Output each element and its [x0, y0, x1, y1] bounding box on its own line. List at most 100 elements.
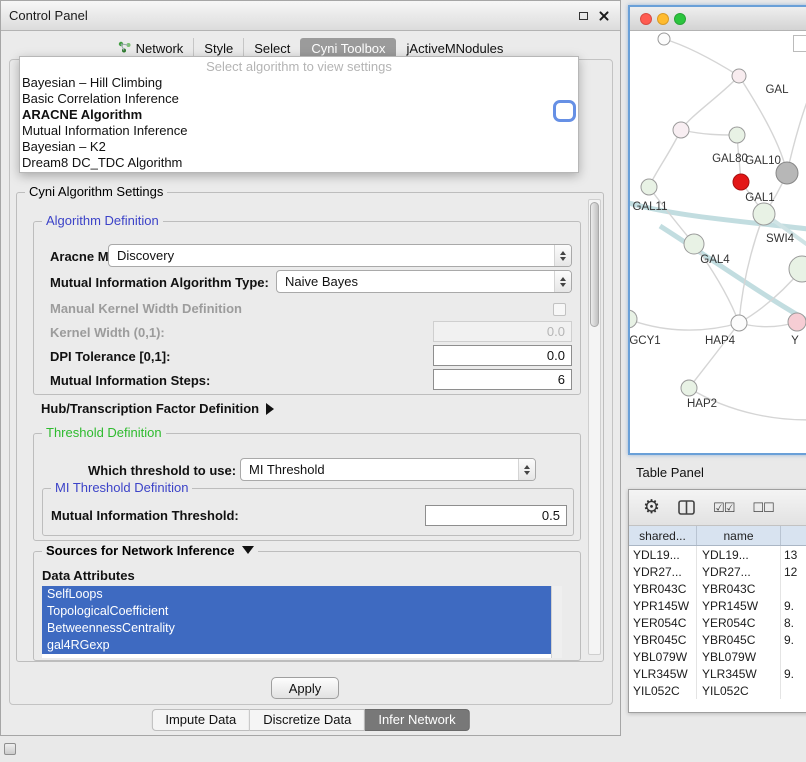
node-label: GAL10 [745, 155, 781, 167]
algorithm-option[interactable]: ARACNE Algorithm [20, 107, 578, 123]
network-node[interactable] [753, 203, 775, 225]
network-node[interactable] [733, 174, 749, 190]
table-row[interactable]: YIL052CYIL052C [629, 682, 806, 699]
mi-threshold-group: MI Threshold Definition Mutual Informati… [42, 488, 574, 536]
attribute-list-item[interactable]: TopologicalCoefficient [42, 603, 551, 620]
expander-right-icon [266, 403, 274, 415]
manual-kernel-checkbox[interactable] [553, 303, 566, 316]
mi-type-label: Mutual Information Algorithm Type: [50, 275, 269, 290]
data-attributes-list[interactable]: SelfLoopsTopologicalCoefficientBetweenne… [42, 586, 562, 658]
control-panel-window: Control Panel NetworkStyleSelectCyni Too… [0, 0, 621, 736]
dpi-tolerance-field[interactable]: 0.0 [433, 345, 572, 366]
gear-icon[interactable]: ⚙ [643, 498, 660, 517]
node-label: GCY1 [630, 335, 661, 347]
network-node[interactable] [731, 315, 747, 331]
table-row[interactable]: YLR345WYLR345W9. [629, 665, 806, 682]
group-title: MI Threshold Definition [51, 480, 192, 495]
unchecked-boxes-icon[interactable]: ☐☐ [752, 500, 773, 516]
group-title: Cyni Algorithm Settings [25, 184, 167, 199]
tab-label: Network [136, 41, 184, 56]
network-node[interactable] [789, 256, 806, 282]
network-view-window: GALGAL80GAL10GAL11GAL1SWI4GAL4GCY1HAP4HA… [628, 5, 806, 455]
algorithm-definition-group: Algorithm Definition Aracne Mode: Discov… [33, 221, 581, 395]
attribute-list-scrollbar[interactable] [551, 586, 562, 658]
algorithm-option[interactable]: Bayesian – K2 [20, 139, 578, 155]
attribute-list-item[interactable]: gal4RGexp [42, 637, 551, 654]
algorithm-dropdown-popup: Select algorithm to view settings Bayesi… [19, 56, 579, 173]
apply-button[interactable]: Apply [271, 677, 339, 699]
network-node[interactable] [658, 33, 670, 45]
node-label: SWI4 [766, 233, 795, 245]
bottom-tab-infer-network[interactable]: Infer Network [365, 709, 469, 731]
kernel-width-label: Kernel Width (0,1): [50, 325, 165, 340]
table-row[interactable]: YBR043CYBR043C [629, 580, 806, 597]
checked-boxes-icon[interactable]: ☑☑ [713, 500, 734, 516]
collapsed-panel-icon[interactable] [4, 743, 16, 755]
column-header-name[interactable]: name [697, 526, 781, 545]
sources-expander[interactable]: Sources for Network Inference [42, 543, 258, 558]
bottom-tab-discretize-data[interactable]: Discretize Data [250, 709, 365, 731]
minimize-traffic-icon[interactable] [657, 13, 669, 25]
table-row[interactable]: YPR145WYPR145W9. [629, 597, 806, 614]
node-label: GAL80 [712, 153, 748, 165]
table-cell: YER054C [697, 614, 781, 631]
network-node[interactable] [630, 310, 637, 328]
algorithm-option[interactable]: Dream8 DC_TDC Algorithm [20, 155, 578, 171]
table-row[interactable]: YDR27...YDR27...12 [629, 563, 806, 580]
algorithm-option[interactable]: Mutual Information Inference [20, 123, 578, 139]
network-edges [630, 39, 806, 420]
algorithm-option[interactable]: Basic Correlation Inference [20, 91, 578, 107]
network-graph: GALGAL80GAL10GAL11GAL1SWI4GAL4GCY1HAP4HA… [630, 31, 806, 453]
algorithm-option[interactable]: Bayesian – Hill Climbing [20, 75, 578, 91]
which-threshold-value: MI Threshold [249, 462, 325, 477]
table-cell: YBL079W [697, 648, 781, 665]
column-header-shared[interactable]: shared... [629, 526, 697, 545]
table-panel-window: ⚙ ☑☑ ☐☐ shared... name YDL19...YDL19...1… [628, 489, 806, 713]
network-node[interactable] [788, 313, 806, 331]
network-node[interactable] [732, 69, 746, 83]
network-node[interactable] [729, 127, 745, 143]
table-row[interactable]: YBL079WYBL079W [629, 648, 806, 665]
hub-definition-expander[interactable]: Hub/Transcription Factor Definition [41, 401, 274, 416]
attribute-list-item[interactable]: SelfLoops [42, 586, 551, 603]
column-header-partial[interactable] [781, 526, 806, 545]
column-selector-icon[interactable] [678, 500, 695, 515]
network-node[interactable] [641, 179, 657, 195]
manual-kernel-label: Manual Kernel Width Definition [50, 301, 242, 316]
mi-type-select[interactable]: Naive Bayes [276, 270, 572, 293]
settings-scrollbar[interactable] [588, 199, 601, 655]
table-cell [781, 682, 806, 699]
aracne-mode-select[interactable]: Discovery [108, 244, 572, 267]
bottom-tab-impute-data[interactable]: Impute Data [151, 709, 250, 731]
attribute-list-item[interactable]: BetweennessCentrality [42, 620, 551, 637]
scrollbar-thumb[interactable] [590, 202, 599, 327]
zoom-traffic-icon[interactable] [674, 13, 686, 25]
table-row[interactable]: YDL19...YDL19...13 [629, 546, 806, 563]
table-cell: YIL052C [697, 682, 781, 699]
close-icon[interactable] [598, 10, 610, 22]
sources-group: Sources for Network Inference Data Attri… [33, 551, 581, 661]
close-traffic-icon[interactable] [640, 13, 652, 25]
node-label: HAP4 [705, 335, 736, 347]
which-threshold-select[interactable]: MI Threshold [240, 458, 536, 481]
restore-icon[interactable] [579, 12, 588, 20]
network-node[interactable] [673, 122, 689, 138]
network-node[interactable] [684, 234, 704, 254]
node-label: GAL11 [633, 201, 668, 213]
table-cell: YBR043C [697, 580, 781, 597]
mi-threshold-field[interactable]: 0.5 [425, 505, 567, 526]
network-node[interactable] [681, 380, 697, 396]
network-window-titlebar [630, 7, 806, 31]
network-canvas[interactable]: GALGAL80GAL10GAL11GAL1SWI4GAL4GCY1HAP4HA… [630, 31, 806, 453]
mi-type-value: Naive Bayes [285, 274, 358, 289]
mi-steps-field[interactable]: 6 [433, 369, 572, 390]
node-label: HAP2 [687, 398, 717, 410]
table-row[interactable]: YBR045CYBR045C9. [629, 631, 806, 648]
table-cell: 9. [781, 597, 806, 614]
table-cell: 8. [781, 614, 806, 631]
table-cell: YBL079W [629, 648, 697, 665]
table-cell: 9. [781, 631, 806, 648]
tab-label: Cyni Toolbox [311, 41, 385, 56]
table-row[interactable]: YER054CYER054C8. [629, 614, 806, 631]
table-header-row: shared... name [629, 526, 806, 546]
